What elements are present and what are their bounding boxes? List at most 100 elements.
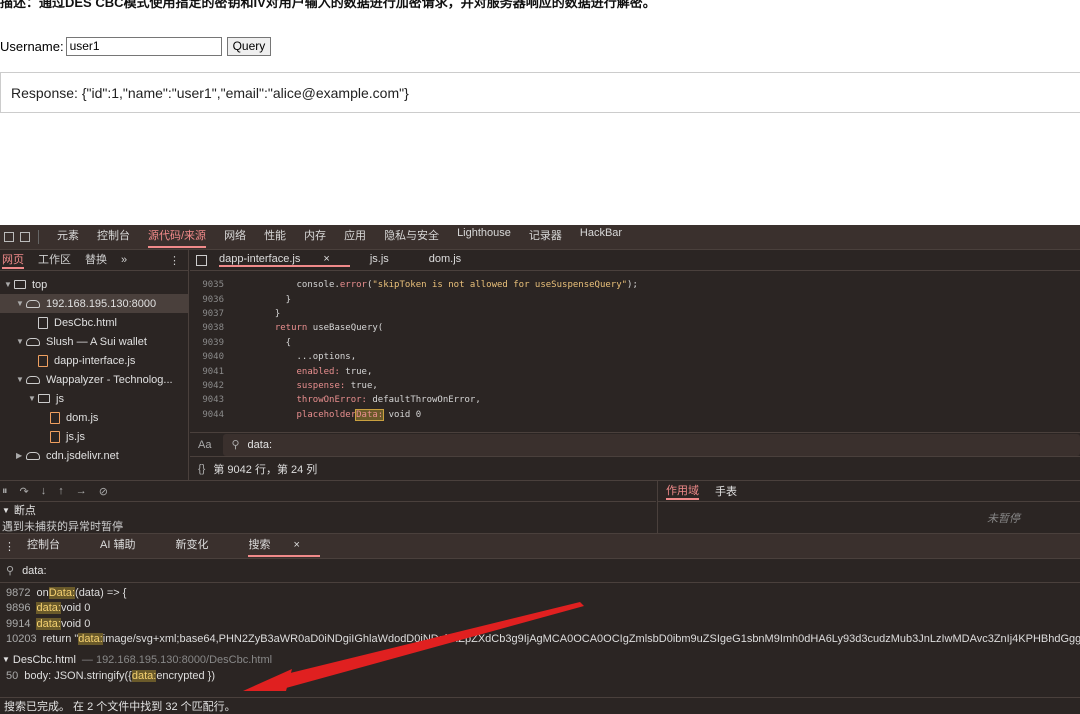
query-button[interactable]: Query bbox=[226, 36, 272, 56]
file-tree: ▼ top ▼ 192.168.195.130:8000 DesCbc.html ▼ Slu… bbox=[0, 271, 188, 465]
devtools-tab[interactable]: 源代码/来源 bbox=[148, 227, 207, 248]
code-keyword: throwOnError: bbox=[296, 395, 367, 406]
code-text: enabled: true, bbox=[264, 366, 373, 377]
devtools-tab[interactable]: 内存 bbox=[304, 227, 326, 248]
device-toggle-icon[interactable] bbox=[20, 232, 30, 242]
drawer: ⋮ 控制台 AI 辅助 新变化 搜索 × ⚲ data: 9872 on Data: (d… bbox=[0, 533, 1080, 714]
result-line-number: 9872 bbox=[6, 586, 31, 599]
tree-item[interactable]: ▼ Slush — A Sui wallet bbox=[0, 332, 188, 351]
close-icon[interactable]: × bbox=[320, 253, 329, 265]
tree-item[interactable]: dapp-interface.js bbox=[0, 351, 188, 370]
navigator-tab[interactable]: 工作区 bbox=[38, 251, 71, 269]
username-label: Username: bbox=[0, 38, 64, 54]
drawer-tabs: ⋮ 控制台 AI 辅助 新变化 搜索 × bbox=[0, 534, 1080, 559]
tree-item[interactable]: ▶ cdn.jsdelivr.net bbox=[0, 446, 188, 465]
pause-icon[interactable]: ⏸ bbox=[2, 485, 8, 498]
editor-tab[interactable]: dapp-interface.js × bbox=[219, 253, 350, 267]
result-group-header[interactable]: ▼ DesCbc.html — 192.168.195.130:8000/Des… bbox=[0, 651, 1080, 668]
step-icon[interactable]: → bbox=[76, 485, 87, 497]
code-line: 9035 console.error("skipToken is not all… bbox=[190, 278, 1080, 292]
close-icon[interactable]: × bbox=[290, 539, 300, 551]
code-keyword: enabled: bbox=[296, 366, 340, 377]
drawer-tab[interactable]: 控制台 bbox=[27, 536, 80, 557]
match-case-icon[interactable]: Aa bbox=[198, 439, 211, 451]
devtools-tab[interactable]: 控制台 bbox=[97, 227, 130, 248]
code-post: true, bbox=[345, 380, 378, 391]
search-icon: ⚲ bbox=[231, 439, 240, 451]
tree-item[interactable]: ▼ js bbox=[0, 389, 188, 408]
result-group-line[interactable]: 50 body: JSON.stringify({ data: encrypted… bbox=[0, 668, 1080, 684]
result-line-number: 50 bbox=[6, 669, 19, 682]
code-text: throwOnError: defaultThrowOnError, bbox=[264, 395, 481, 405]
result-line-number: 9896 bbox=[6, 602, 31, 615]
not-paused-text: 未暂停 bbox=[987, 513, 1020, 525]
devtools-tab[interactable]: 网络 bbox=[224, 227, 246, 248]
file-icon bbox=[38, 354, 48, 367]
devtools-tab[interactable]: 元素 bbox=[57, 227, 79, 248]
step-out-icon[interactable]: ↑ bbox=[58, 485, 64, 497]
devtools-tab[interactable]: 记录器 bbox=[529, 227, 562, 248]
step-into-icon[interactable]: ↓ bbox=[41, 485, 47, 497]
chevron-down-icon: ▼ bbox=[16, 337, 24, 346]
inspect-icon[interactable] bbox=[4, 232, 14, 242]
navigator-menu-icon[interactable]: ⋮ bbox=[169, 254, 180, 267]
more-tabs-icon[interactable]: » bbox=[121, 254, 127, 266]
code-line: 9038 return useBaseQuery( bbox=[190, 321, 1080, 335]
devtools-tab[interactable]: 性能 bbox=[264, 227, 286, 248]
scope-tab[interactable]: 作用域 bbox=[666, 482, 699, 500]
code-pre bbox=[264, 410, 297, 420]
drawer-tab[interactable]: 新变化 bbox=[175, 536, 228, 557]
tree-item[interactable]: ▼ Wappalyzer - Technolog... bbox=[0, 370, 188, 389]
navigator-tab[interactable]: 替换 bbox=[85, 251, 107, 269]
tree-item-label: js.js bbox=[66, 430, 85, 443]
devtools-tab[interactable]: Lighthouse bbox=[457, 227, 511, 248]
drawer-tab[interactable]: 搜索 × bbox=[248, 536, 320, 557]
search-result[interactable]: 9896 data: void 0 bbox=[0, 601, 1080, 617]
tree-item[interactable]: dom.js bbox=[0, 408, 188, 427]
drawer-menu-icon[interactable]: ⋮ bbox=[4, 540, 15, 553]
breakpoints-option[interactable]: 遇到未捕获的异常时暂停 bbox=[0, 518, 656, 532]
code-line: 9040 ...options, bbox=[190, 350, 1080, 364]
scope-panel: 作用域 手表 未暂停 bbox=[657, 481, 1080, 534]
search-box[interactable]: ⚲ data: bbox=[0, 559, 1080, 583]
tree-item-label: js bbox=[56, 392, 64, 405]
search-result[interactable]: 10203 return " data: image/svg+xml;base64,P… bbox=[0, 632, 1080, 648]
search-query: data: bbox=[22, 564, 47, 577]
tree-item[interactable]: ▼ 192.168.195.130:8000 bbox=[0, 294, 188, 313]
breakpoints-header[interactable]: ▼ 断点 bbox=[0, 502, 656, 518]
devtools-tab[interactable]: 隐私与安全 bbox=[384, 227, 439, 248]
code-line: 9039 { bbox=[190, 336, 1080, 350]
result-pre: body: JSON.stringify({ bbox=[24, 669, 132, 682]
code-text: } bbox=[264, 295, 291, 305]
code-keyword: placeholder bbox=[296, 409, 357, 420]
deactivate-breakpoints-icon[interactable]: ⊘ bbox=[99, 485, 108, 498]
search-status: 搜索已完成。 在 2 个文件中找到 32 个匹配行。 bbox=[0, 697, 1080, 714]
code-pre bbox=[264, 367, 297, 377]
chevron-right-icon: ▶ bbox=[16, 451, 23, 460]
devtools-tab[interactable]: 应用 bbox=[344, 227, 366, 248]
tree-item[interactable]: ▼ top bbox=[0, 275, 188, 294]
scope-tab[interactable]: 手表 bbox=[715, 483, 737, 499]
find-input[interactable]: ⚲ data: bbox=[223, 433, 1080, 456]
editor-tab[interactable]: dom.js bbox=[429, 253, 481, 267]
code-pre: { bbox=[264, 337, 292, 348]
step-over-icon[interactable]: ↷ bbox=[20, 485, 29, 498]
username-input[interactable] bbox=[65, 36, 222, 56]
tree-item[interactable]: js.js bbox=[0, 427, 188, 446]
find-query: data: bbox=[247, 438, 272, 451]
search-result[interactable]: 9872 on Data: (data) => { bbox=[0, 585, 1080, 601]
file-icon bbox=[38, 316, 48, 329]
toggle-navigator-icon[interactable] bbox=[196, 254, 207, 266]
tree-item[interactable]: DesCbc.html bbox=[0, 313, 188, 332]
search-result[interactable]: 9914 data: void 0 bbox=[0, 616, 1080, 632]
editor-tab[interactable]: js.js bbox=[370, 253, 409, 267]
drawer-tab[interactable]: AI 辅助 bbox=[100, 536, 155, 557]
code-string: "skipToken is not allowed for useSuspens… bbox=[372, 280, 628, 291]
editor-tabs: dapp-interface.js × js.js dom.js bbox=[190, 250, 1080, 271]
line-number: 9038 bbox=[202, 323, 224, 334]
result-pre: on bbox=[36, 586, 49, 599]
devtools-tabbar: 元素 控制台 源代码/来源 网络 性能 内存 应用 隐私与安全 Lighthouse 记录器 Hac… bbox=[0, 225, 1080, 250]
navigator-tab[interactable]: 网页 bbox=[2, 251, 24, 269]
devtools-tab[interactable]: HackBar bbox=[580, 227, 622, 248]
